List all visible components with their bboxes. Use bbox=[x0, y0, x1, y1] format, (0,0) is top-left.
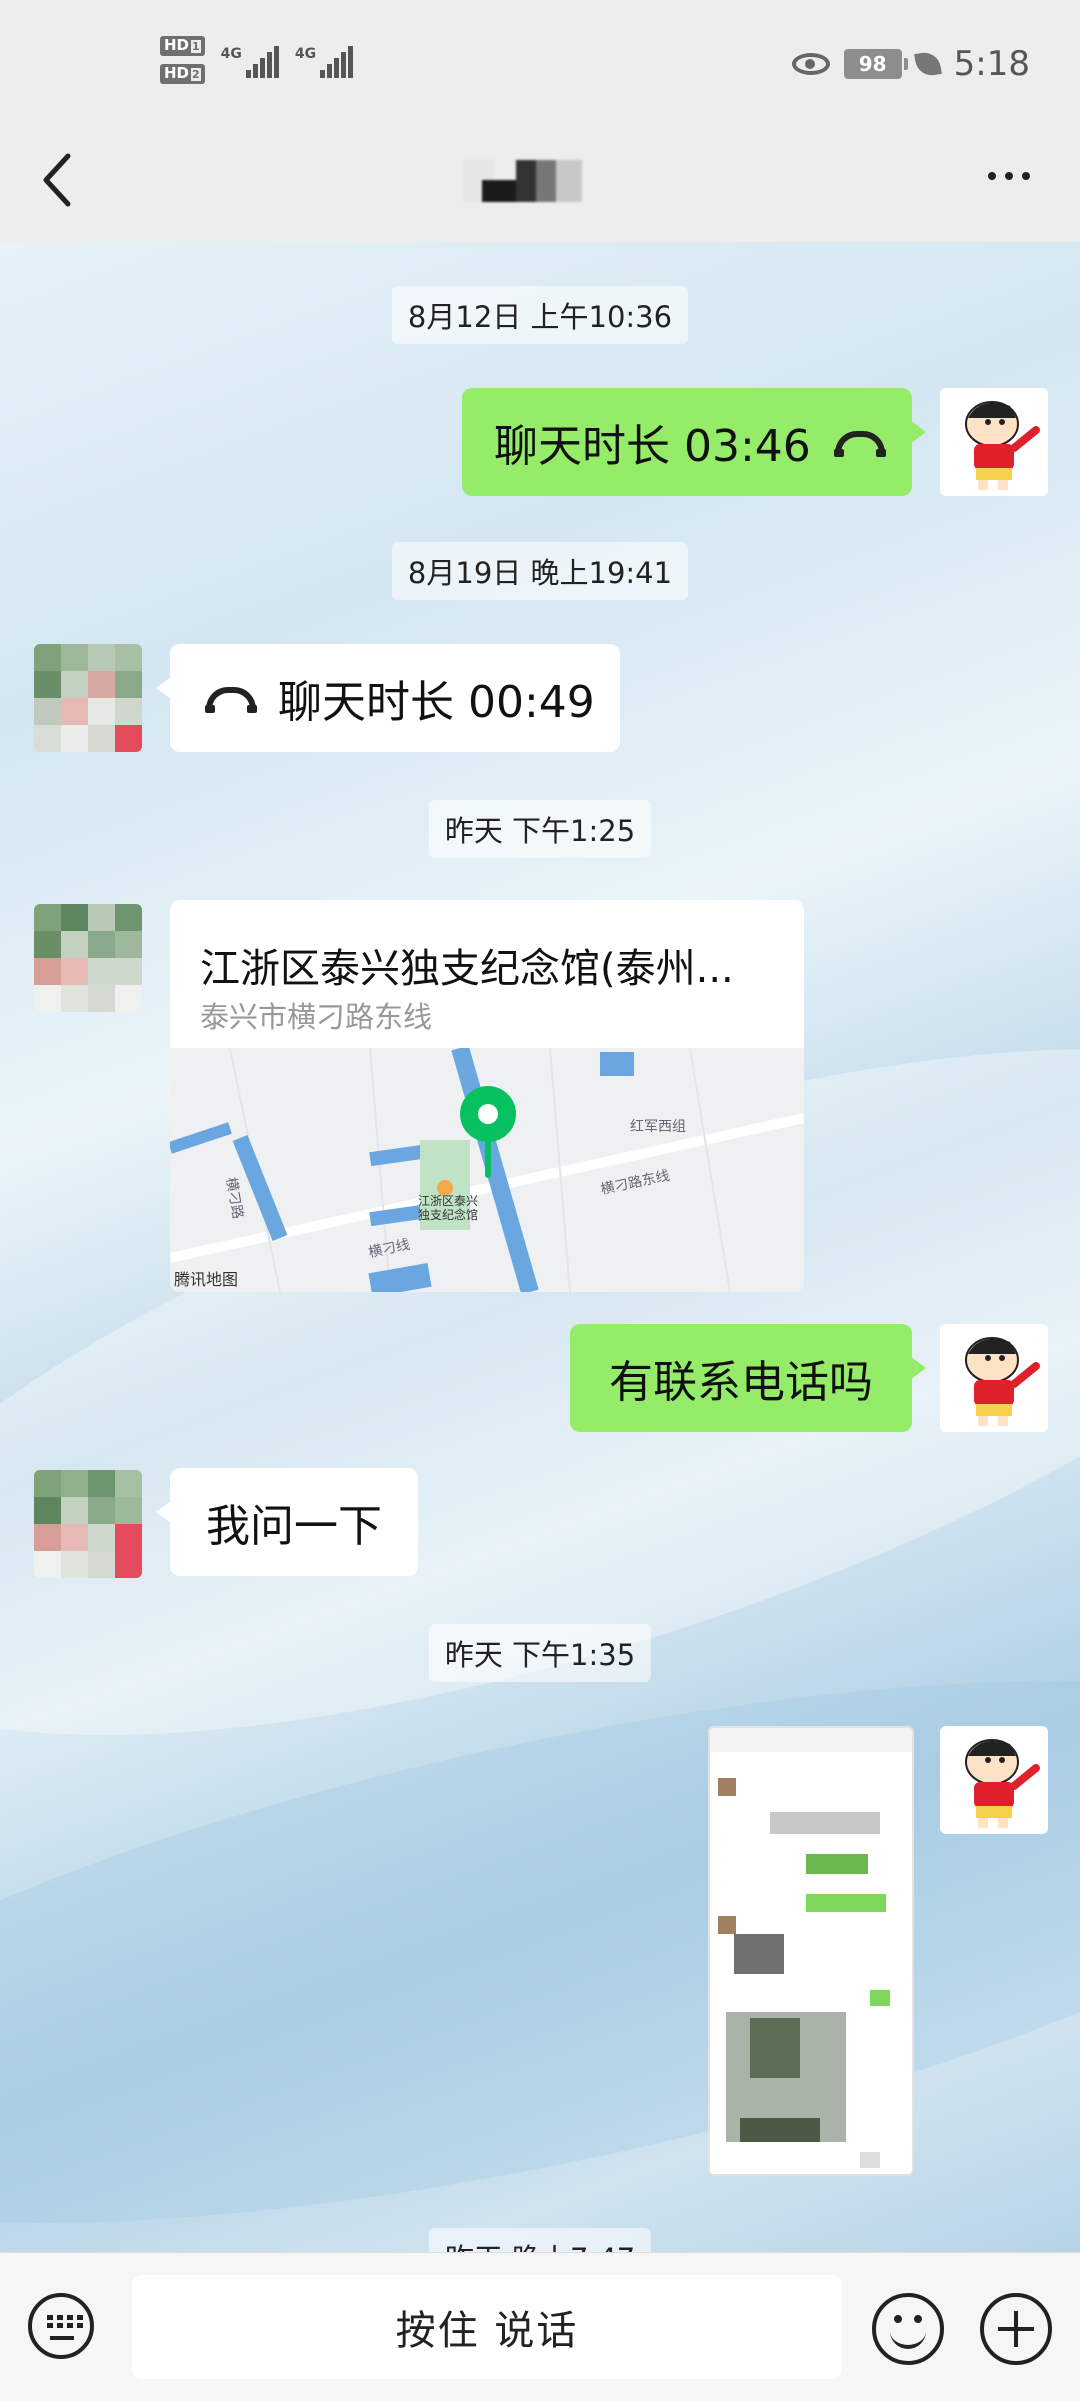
my-avatar[interactable] bbox=[940, 1324, 1048, 1432]
hd-badge-sim2: HD 2 bbox=[160, 64, 205, 84]
map-pin-icon bbox=[460, 1086, 516, 1142]
text-message-bubble[interactable]: 我问一下 bbox=[156, 1468, 418, 1576]
location-card[interactable]: 江浙区泰兴独支纪念馆(泰州... 泰兴市横刁路东线 红军西组 横刁路东线 江浙区… bbox=[170, 900, 804, 1292]
contact-avatar-pixelated[interactable] bbox=[34, 1470, 142, 1578]
map-brand: 腾讯地图 bbox=[174, 1270, 239, 1289]
call-duration-text: 聊天时长 00:49 bbox=[278, 677, 595, 728]
chat-area[interactable]: 8月12日 上午10:36 聊天时长 03:46 8月19日 晚上19:41 聊… bbox=[0, 242, 1080, 2252]
hold-to-talk-button[interactable]: 按住 说话 bbox=[132, 2275, 842, 2379]
map-pin-stem bbox=[485, 1138, 491, 1178]
more-dots-icon[interactable] bbox=[988, 172, 1030, 180]
message-text: 有联系电话吗 bbox=[609, 1357, 873, 1408]
contact-name-redacted bbox=[464, 160, 584, 202]
power-saving-leaf-icon bbox=[913, 50, 942, 78]
timestamp: 8月19日 晚上19:41 bbox=[391, 542, 689, 600]
my-avatar[interactable] bbox=[940, 1726, 1048, 1834]
status-right: 98 5:18 bbox=[791, 44, 1030, 84]
plus-circle-icon[interactable] bbox=[980, 2293, 1052, 2365]
cartoon-boy-avatar-icon bbox=[965, 401, 1040, 490]
call-duration-text: 聊天时长 03:46 bbox=[494, 421, 811, 472]
map-label: 江浙区泰兴独支纪念馆 bbox=[418, 1194, 479, 1222]
hangup-phone-icon bbox=[833, 431, 886, 457]
screenshot-image-message[interactable] bbox=[708, 1726, 914, 2176]
call-record-bubble[interactable]: 聊天时长 03:46 bbox=[462, 388, 926, 496]
location-title: 江浙区泰兴独支纪念馆(泰州... bbox=[200, 946, 734, 992]
timestamp: 昨天 下午1:35 bbox=[428, 1624, 652, 1682]
hd-badge-sim1: HD 1 bbox=[160, 36, 205, 56]
hangup-phone-icon bbox=[205, 687, 257, 713]
cartoon-boy-avatar-icon bbox=[965, 1337, 1040, 1426]
call-record-bubble[interactable]: 聊天时长 00:49 bbox=[156, 644, 620, 752]
clock: 5:18 bbox=[953, 44, 1030, 84]
contact-avatar-pixelated[interactable] bbox=[34, 904, 142, 1012]
battery-icon: 98 bbox=[843, 49, 908, 79]
input-bar: 按住 说话 bbox=[0, 2252, 1080, 2401]
signal-strength-sim2-icon: 4G bbox=[295, 46, 354, 78]
map-label: 红军西组 bbox=[630, 1119, 686, 1135]
emoji-icon[interactable] bbox=[872, 2293, 944, 2365]
hd-badges: HD 1 HD 2 bbox=[160, 36, 205, 84]
keyboard-icon[interactable] bbox=[28, 2293, 94, 2359]
signal-strength-sim1-icon: 4G bbox=[221, 46, 279, 78]
my-avatar[interactable] bbox=[940, 388, 1048, 496]
message-text: 我问一下 bbox=[206, 1501, 382, 1552]
eye-comfort-icon bbox=[791, 53, 830, 75]
timestamp: 昨天 下午1:25 bbox=[428, 800, 652, 858]
text-message-bubble[interactable]: 有联系电话吗 bbox=[570, 1324, 926, 1432]
signal-indicators: HD 1 HD 2 4G 4G bbox=[160, 36, 354, 84]
timestamp: 8月12日 上午10:36 bbox=[391, 286, 689, 344]
chevron-left-icon[interactable] bbox=[38, 150, 78, 210]
timestamp: 昨天 晚上7:47 bbox=[428, 2228, 652, 2252]
location-map[interactable]: 红军西组 横刁路东线 江浙区泰兴独支纪念馆 横刁线 横刁路 腾讯地图 bbox=[170, 1048, 804, 1292]
contact-avatar-pixelated[interactable] bbox=[34, 644, 142, 752]
status-bar: HD 1 HD 2 4G 4G 98 5:18 bbox=[0, 0, 1080, 138]
cartoon-boy-avatar-icon bbox=[965, 1739, 1040, 1828]
location-address: 泰兴市横刁路东线 bbox=[200, 1000, 433, 1034]
